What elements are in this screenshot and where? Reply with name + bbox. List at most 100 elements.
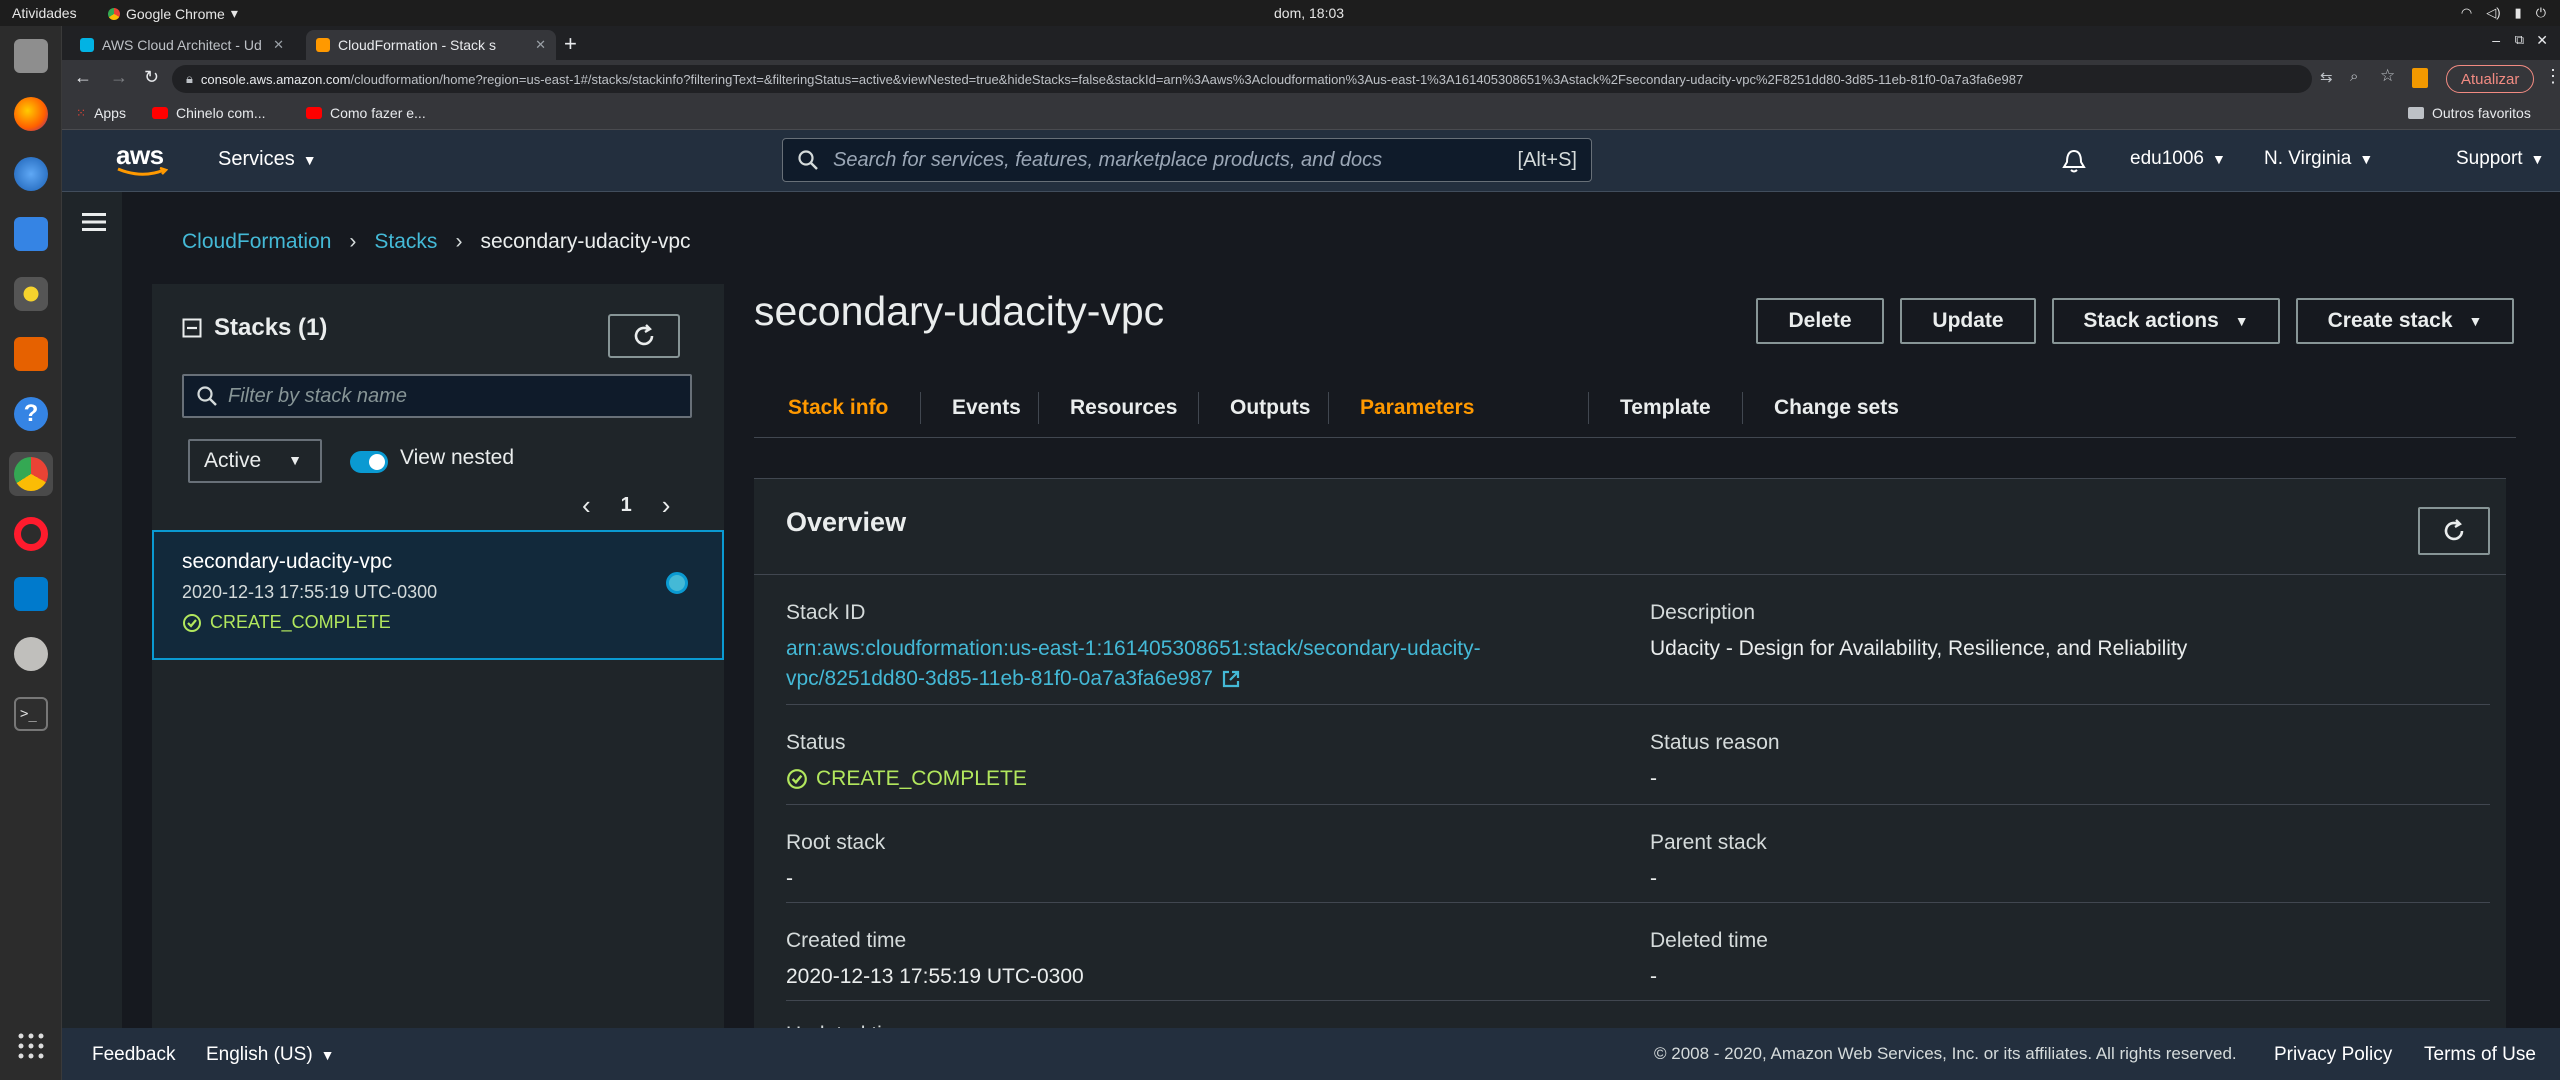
stack-filter-input[interactable]: Filter by stack name: [182, 374, 692, 418]
chevron-right-icon: ›: [455, 230, 463, 253]
deleted-time-value: -: [1650, 965, 1657, 988]
system-tray[interactable]: ◠ ◁) ▮ ⏻: [2461, 5, 2546, 21]
tab-template[interactable]: Template: [1620, 378, 1711, 438]
hamburger-menu-icon[interactable]: [82, 212, 106, 232]
reload-icon[interactable]: ↻: [144, 67, 159, 88]
bookmark-item[interactable]: Como fazer e...: [306, 105, 426, 121]
stacks-refresh-button[interactable]: [608, 314, 680, 358]
tab-change-sets[interactable]: Change sets: [1774, 378, 1899, 438]
youtube-icon: [152, 107, 168, 119]
app-menu[interactable]: Google Chrome ▾: [108, 5, 238, 22]
bookmark-apps[interactable]: ⁙ Apps: [76, 105, 126, 121]
files-icon[interactable]: [9, 34, 53, 78]
next-page-icon[interactable]: ›: [662, 490, 671, 521]
aws-top-nav: aws Services ▼ Search for services, feat…: [62, 130, 2560, 192]
thunderbird-icon[interactable]: [9, 152, 53, 196]
more-menu-icon[interactable]: ⋮: [2544, 66, 2560, 87]
stack-name[interactable]: secondary-udacity-vpc: [182, 550, 392, 574]
copyright-text: © 2008 - 2020, Amazon Web Services, Inc.…: [1654, 1044, 2237, 1063]
update-button[interactable]: Update: [1900, 298, 2036, 344]
region-menu[interactable]: N. Virginia ▼: [2264, 148, 2373, 170]
support-menu[interactable]: Support ▼: [2456, 148, 2544, 170]
address-bar[interactable]: 🔒︎ console.aws.amazon.com/cloudformation…: [172, 65, 2312, 93]
show-apps-icon[interactable]: [9, 1024, 53, 1068]
check-circle-icon: [787, 769, 807, 789]
terminal-icon[interactable]: >_: [9, 692, 53, 736]
other-bookmarks[interactable]: Outros favoritos: [2408, 105, 2531, 121]
clock[interactable]: dom, 18:03: [1274, 5, 1344, 21]
back-icon[interactable]: ←: [74, 67, 92, 88]
rhythmbox-icon[interactable]: [9, 272, 53, 316]
global-search-input[interactable]: Search for services, features, marketpla…: [782, 138, 1592, 182]
page-number[interactable]: 1: [621, 494, 632, 517]
new-tab-icon[interactable]: +: [564, 31, 577, 57]
stack-list-item[interactable]: secondary-udacity-vpc 2020-12-13 17:55:1…: [152, 530, 724, 660]
star-icon[interactable]: ☆: [2380, 66, 2395, 86]
close-tab-icon[interactable]: ✕: [535, 37, 546, 53]
vscode-icon[interactable]: [9, 572, 53, 616]
chrome-update-button[interactable]: Atualizar: [2446, 65, 2535, 93]
close-window-icon[interactable]: ✕: [2536, 32, 2548, 49]
services-menu[interactable]: Services ▼: [218, 148, 317, 171]
apps-grid-icon: ⁙: [76, 106, 87, 120]
status-filter-select[interactable]: Active ▼: [188, 439, 322, 483]
description-value: Udacity - Design for Availability, Resil…: [1650, 637, 2188, 660]
youtube-icon: [306, 107, 322, 119]
breadcrumb-current: secondary-udacity-vpc: [480, 230, 691, 253]
status-label: Status: [786, 731, 846, 754]
tab-outputs[interactable]: Outputs: [1230, 378, 1310, 438]
collapse-icon[interactable]: [182, 318, 202, 338]
settings-icon[interactable]: [9, 632, 53, 676]
feedback-link[interactable]: Feedback: [92, 1044, 175, 1066]
caret-down-icon: ▼: [302, 151, 317, 168]
aws-logo[interactable]: aws: [116, 140, 168, 177]
overview-refresh-button[interactable]: [2418, 507, 2490, 555]
software-center-icon[interactable]: [9, 332, 53, 376]
tab-stack-info[interactable]: Stack info: [788, 378, 888, 438]
create-stack-button[interactable]: Create stack ▼: [2296, 298, 2514, 344]
root-stack-label: Root stack: [786, 831, 886, 854]
stack-id-link-line1[interactable]: arn:aws:cloudformation:us-east-1:1614053…: [786, 637, 1481, 661]
translate-icon[interactable]: ⇆: [2320, 68, 2333, 86]
aws-favicon-icon: [316, 38, 330, 52]
browser-tab[interactable]: AWS Cloud Architect - Ud ✕: [70, 30, 294, 60]
minimize-icon[interactable]: –: [2492, 32, 2500, 48]
zoom-icon[interactable]: ⌕: [2350, 68, 2358, 85]
extension-icon[interactable]: [2412, 68, 2428, 88]
main-content: CloudFormation › Stacks › secondary-udac…: [62, 192, 2560, 1046]
prev-page-icon[interactable]: ‹: [582, 490, 591, 521]
tab-title: AWS Cloud Architect - Ud: [102, 37, 262, 53]
breadcrumb-stacks[interactable]: Stacks: [374, 230, 437, 254]
image-viewer-icon[interactable]: [9, 212, 53, 256]
tab-resources[interactable]: Resources: [1070, 378, 1177, 438]
battery-icon: ▮: [2514, 5, 2522, 20]
bookmark-item[interactable]: Chinelo com...: [152, 105, 265, 121]
firefox-icon[interactable]: [9, 92, 53, 136]
search-icon: [197, 386, 217, 406]
help-icon[interactable]: ?: [9, 392, 53, 436]
view-nested-toggle[interactable]: [350, 451, 388, 473]
stack-actions-button[interactable]: Stack actions ▼: [2052, 298, 2280, 344]
dock: ? >_: [0, 26, 62, 1080]
terms-of-use-link[interactable]: Terms of Use: [2424, 1044, 2536, 1066]
stack-id-link[interactable]: vpc/8251dd80-3d85-11eb-81f0-0a7a3fa6e987: [786, 667, 1241, 691]
forward-icon[interactable]: →: [110, 67, 128, 88]
tab-events[interactable]: Events: [952, 378, 1021, 438]
notifications-bell-icon[interactable]: [2062, 148, 2086, 174]
account-menu[interactable]: edu1006 ▼: [2130, 148, 2226, 170]
stack-select-radio[interactable]: [666, 572, 688, 594]
stacks-panel-header: Stacks (1): [182, 314, 327, 342]
maximize-icon[interactable]: ⧉: [2515, 32, 2524, 48]
opera-icon[interactable]: [9, 512, 53, 556]
language-selector[interactable]: English (US) ▼: [206, 1044, 335, 1066]
overview-header: Overview: [754, 479, 2506, 575]
tab-parameters[interactable]: Parameters: [1360, 378, 1474, 438]
privacy-policy-link[interactable]: Privacy Policy: [2274, 1044, 2392, 1066]
activities-button[interactable]: Atividades: [12, 5, 77, 21]
breadcrumb-cloudformation[interactable]: CloudFormation: [182, 230, 331, 254]
bookmarks-bar: ⁙ Apps Chinelo com... Como fazer e... Ou…: [62, 98, 2560, 130]
delete-button[interactable]: Delete: [1756, 298, 1884, 344]
browser-tab-active[interactable]: CloudFormation - Stack s ✕: [306, 30, 556, 60]
close-tab-icon[interactable]: ✕: [273, 37, 284, 53]
chrome-dock-icon[interactable]: [9, 452, 53, 496]
